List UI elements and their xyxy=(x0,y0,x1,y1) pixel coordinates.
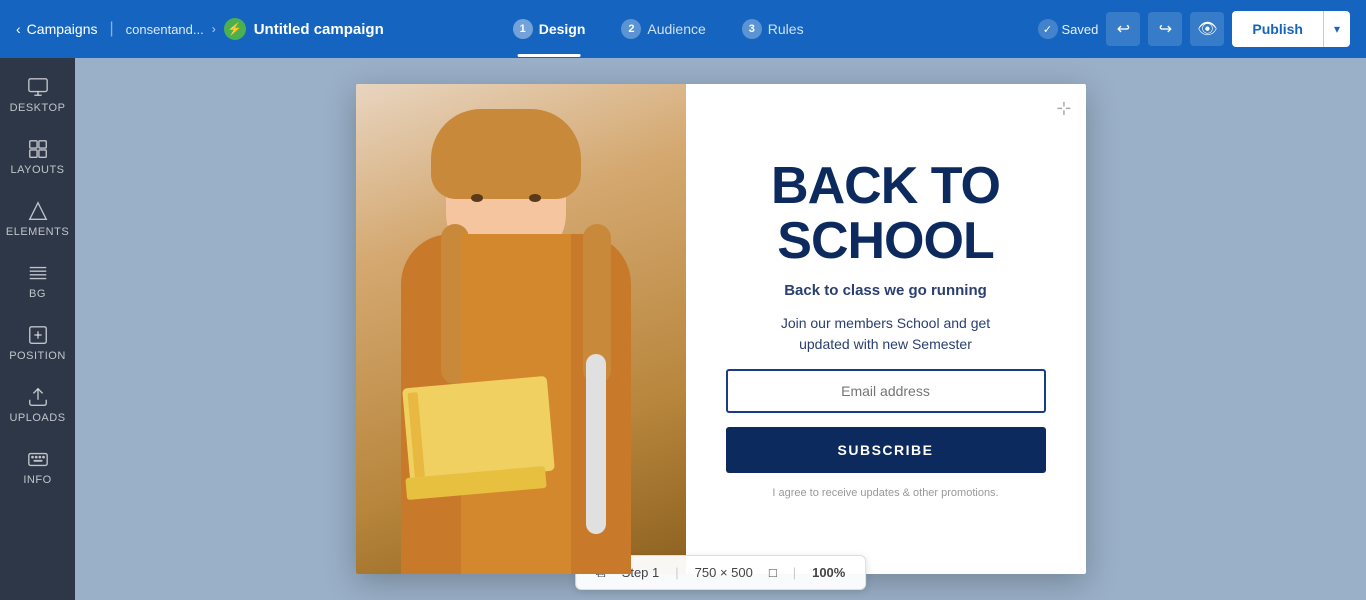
email-input[interactable] xyxy=(726,369,1046,413)
popup-description: Join our members School and getupdated w… xyxy=(781,313,990,355)
saved-status: ✓ Saved xyxy=(1038,19,1099,39)
sidebar-item-uploads[interactable]: UPLOADS xyxy=(4,376,72,434)
campaigns-label: Campaigns xyxy=(27,21,98,37)
redo-button[interactable]: ↪ xyxy=(1148,12,1182,46)
step-label-design: Design xyxy=(539,21,586,37)
nav-right-actions: ✓ Saved ↩ ↪ 👁 Publish ▾ xyxy=(1038,11,1350,47)
elements-icon xyxy=(27,200,49,222)
main-layout: DESKTOP LAYOUTS ELEMENTS BG POSITION UPL… xyxy=(0,58,1366,600)
drag-move-icon[interactable]: ⊹ xyxy=(1056,98,1071,119)
upload-icon xyxy=(27,386,49,408)
brand-label: consentand... xyxy=(126,22,204,37)
divider-1: | xyxy=(675,565,678,580)
sidebar-label-uploads: UPLOADS xyxy=(9,412,65,424)
sidebar-item-position[interactable]: POSITION xyxy=(4,314,72,372)
popup-image-side xyxy=(356,84,686,574)
popup-card[interactable]: BACK TO SCHOOL Back to class we go runni… xyxy=(356,84,1086,574)
publish-button[interactable]: Publish xyxy=(1232,11,1323,47)
sidebar-item-bg[interactable]: BG xyxy=(4,252,72,310)
books-group xyxy=(406,382,551,494)
top-navigation: ‹ Campaigns | consentand... › ⚡ Untitled… xyxy=(0,0,1366,58)
sidebar-label-elements: ELEMENTS xyxy=(6,226,69,238)
sidebar-label-position: POSITION xyxy=(9,350,66,362)
sidebar: DESKTOP LAYOUTS ELEMENTS BG POSITION UPL… xyxy=(0,58,75,600)
back-arrow-icon: ‹ xyxy=(16,21,21,37)
undo-button[interactable]: ↩ xyxy=(1106,12,1140,46)
step-tab-rules[interactable]: 3 Rules xyxy=(726,13,820,45)
hair-top xyxy=(431,109,581,199)
back-to-campaigns[interactable]: ‹ Campaigns xyxy=(16,21,98,37)
campaign-status-icon: ⚡ xyxy=(224,18,246,40)
step-label-rules: Rules xyxy=(768,21,804,37)
campaign-title[interactable]: Untitled campaign xyxy=(254,21,384,38)
popup-subtitle: Back to class we go running xyxy=(784,282,987,299)
canvas-area: BACK TO SCHOOL Back to class we go runni… xyxy=(75,58,1366,600)
sidebar-label-bg: BG xyxy=(29,288,46,300)
step-num-1: 1 xyxy=(513,19,533,39)
step-tab-design[interactable]: 1 Design xyxy=(497,13,602,45)
terms-label: I agree to receive updates & other promo… xyxy=(772,487,998,499)
subscribe-button[interactable]: SUBSCRIBE xyxy=(726,427,1046,473)
sidebar-item-desktop[interactable]: DESKTOP xyxy=(4,66,72,124)
dimensions-label: 750 × 500 xyxy=(695,565,753,580)
preview-button[interactable]: 👁 xyxy=(1190,12,1224,46)
divider-2: | xyxy=(793,565,796,580)
saved-check-icon: ✓ xyxy=(1038,19,1058,39)
bg-icon xyxy=(27,262,49,284)
step-label-audience: Audience xyxy=(647,21,705,37)
step-num-3: 3 xyxy=(742,19,762,39)
girl-figure xyxy=(386,94,656,574)
sidebar-item-elements[interactable]: ELEMENTS xyxy=(4,190,72,248)
sidebar-label-info: INFO xyxy=(23,474,51,486)
monitor-icon xyxy=(27,76,49,98)
popup-content-side: BACK TO SCHOOL Back to class we go runni… xyxy=(686,84,1086,574)
backpack-strap xyxy=(586,354,606,534)
keyboard-icon xyxy=(27,448,49,470)
publish-button-group: Publish ▾ xyxy=(1232,11,1350,47)
sidebar-item-info[interactable]: INFO xyxy=(4,438,72,496)
zoom-level: 100% xyxy=(812,565,845,580)
saved-label: Saved xyxy=(1062,22,1099,37)
position-icon xyxy=(27,324,49,346)
step-tabs: 1 Design 2 Audience 3 Rules xyxy=(497,13,820,45)
breadcrumb-arrow-icon: › xyxy=(212,22,216,36)
step-tab-audience[interactable]: 2 Audience xyxy=(605,13,721,45)
screen-icon: □ xyxy=(769,565,777,580)
popup-title: BACK TO SCHOOL xyxy=(771,159,1000,268)
publish-dropdown-button[interactable]: ▾ xyxy=(1323,11,1350,47)
nav-separator-1: | xyxy=(110,20,114,38)
sidebar-item-layouts[interactable]: LAYOUTS xyxy=(4,128,72,186)
sidebar-label-desktop: DESKTOP xyxy=(10,102,66,114)
layouts-icon xyxy=(27,138,49,160)
step-num-2: 2 xyxy=(621,19,641,39)
sidebar-label-layouts: LAYOUTS xyxy=(10,164,64,176)
